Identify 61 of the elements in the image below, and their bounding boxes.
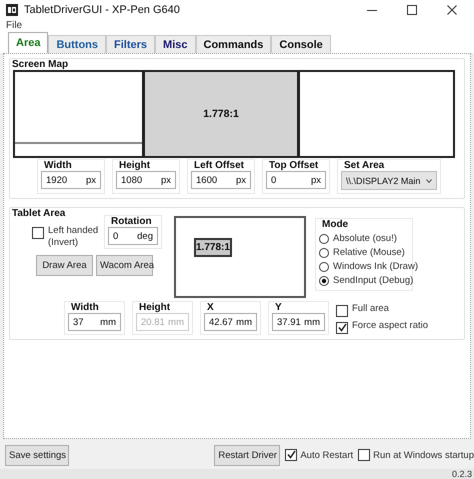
input-field[interactable]: 37 mm [68,313,121,331]
radio-label: Absolute (osu!) [333,233,397,244]
checkbox-label: Run at Windows startup [373,450,474,460]
field-label: Height [118,160,152,171]
checkbox-label: Force aspect ratio [352,320,428,331]
input-field[interactable]: 0 deg [108,227,158,245]
monitor: 1.778:1 [143,70,299,158]
checkbox-label: Full area [352,303,389,314]
input-field[interactable]: 0 px [266,171,326,189]
field-label: Rotation [110,216,153,227]
radio-label: SendInput (Debug) [333,275,414,286]
version-text: 0.2.3 [452,469,472,479]
field-label: Set Area [343,160,386,171]
checkbox[interactable] [32,227,44,239]
check-icon [338,323,347,332]
radio-button[interactable] [319,276,329,286]
save-settings-button[interactable]: Save settings [5,444,69,466]
radio-button[interactable] [319,234,329,244]
set-area-dropdown[interactable]: \\.\DISPLAY2 Main [341,171,437,190]
group-title: Tablet Area [12,208,66,219]
checkbox[interactable] [358,449,370,461]
checkbox[interactable] [285,449,298,461]
input-field[interactable]: 42.67 mm [204,313,257,331]
check-icon [287,450,296,459]
tab[interactable]: Misc [155,35,196,53]
input-field[interactable]: 1600 px [191,171,251,189]
field-label: Top Offset [268,160,320,171]
field-label: X [206,302,215,313]
button[interactable]: Draw Area [36,255,93,276]
checkbox-label: Auto Restart [300,450,354,460]
field-label: Height [138,302,172,313]
input-field[interactable]: 1080 px [116,171,176,189]
app-icon [6,4,18,16]
field-label: Left Offset [193,160,245,171]
checkbox-label: Left handed (Invert) [48,225,100,249]
window-title: TabletDriverGUI - XP-Pen G640 [24,4,181,16]
area-label: 1.778:1 [194,238,232,257]
tab[interactable]: Filters [106,35,156,53]
tab[interactable]: Buttons [48,35,106,53]
radio-button[interactable] [319,262,329,272]
field-label: Mode [321,219,350,230]
tab[interactable]: Commands [196,35,272,53]
input-field[interactable]: 37.91 mm [272,313,325,331]
radio-label: Relative (Mouse) [333,247,405,258]
checkbox[interactable] [336,322,348,334]
input-field[interactable]: 1920 px [41,171,101,189]
close-icon[interactable] [446,4,458,16]
tab[interactable]: Console [271,35,331,53]
checkbox[interactable] [336,305,348,317]
radio-button[interactable] [319,248,329,258]
tab[interactable]: Area [8,32,48,53]
radio-label: Windows Ink (Draw) [333,261,418,272]
field-label: Width [43,160,73,171]
menu-item[interactable]: File [6,20,22,33]
group-title: Screen Map [12,59,68,70]
maximize-icon[interactable] [406,4,418,16]
field-label: Y [274,302,283,313]
caret-icon [426,178,432,182]
button[interactable]: Wacom Area [96,255,153,276]
restart-driver-button[interactable]: Restart Driver [214,444,280,466]
field-label: Width [70,302,100,313]
